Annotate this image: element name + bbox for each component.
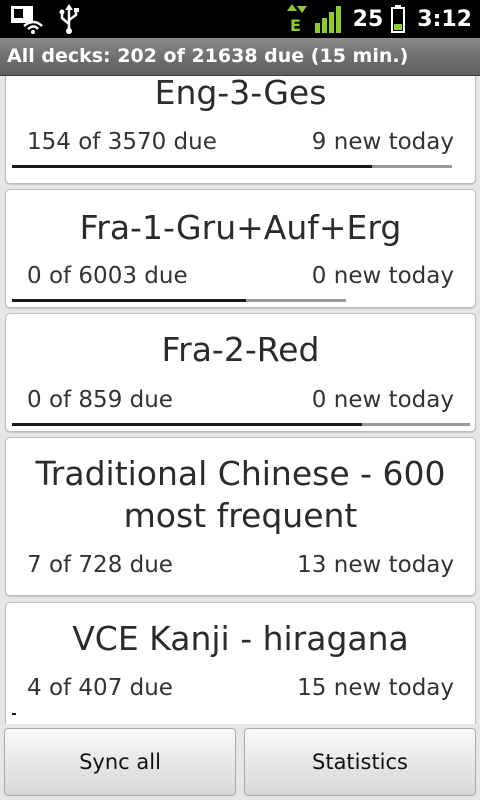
deck-progress-bar: [12, 165, 452, 168]
deck-name-line1: Traditional Chinese - 600: [35, 454, 446, 493]
deck-name: Fra-2-Red: [161, 330, 320, 369]
deck-progress-fill: [12, 299, 246, 302]
deck-new-count: 13 new today: [297, 552, 454, 578]
deck-name: Fra-1-Gru+Auf+Erg: [79, 208, 402, 247]
signal-icon: [314, 6, 341, 33]
battery-percent: 25: [352, 6, 384, 32]
deck-item[interactable]: Traditional Chinese - 600 most frequent …: [5, 437, 476, 596]
deck-item[interactable]: VCE Kanji - hiragana 4 of 407 due 15 new…: [5, 602, 476, 724]
deck-progress-fill: [12, 423, 362, 426]
deck-progress-bar: [12, 713, 16, 715]
deck-item[interactable]: Fra-2-Red 0 of 859 due 0 new today: [5, 313, 476, 432]
deck-progress-fill: [12, 713, 16, 715]
clock: 3:12: [417, 6, 472, 32]
deck-due-count: 154 of 3570 due: [27, 129, 217, 155]
edge-data-icon: E: [286, 4, 307, 34]
deck-due-count: 0 of 859 due: [27, 387, 173, 413]
deck-progress-bar: [12, 423, 470, 426]
page-title: All decks: 202 of 21638 due (15 min.): [7, 45, 409, 67]
deck-list[interactable]: Eng-3-Ges 154 of 3570 due 9 new today Fr…: [0, 76, 480, 724]
deck-due-count: 0 of 6003 due: [27, 263, 188, 289]
battery-icon: [391, 5, 406, 33]
deck-progress-fill: [12, 165, 372, 168]
deck-new-count: 9 new today: [311, 129, 454, 155]
deck-due-count: 7 of 728 due: [27, 552, 173, 578]
usb-icon: [59, 4, 79, 34]
title-bar: All decks: 202 of 21638 due (15 min.): [0, 38, 480, 76]
deck-name: Eng-3-Ges: [154, 76, 327, 112]
deck-new-count: 15 new today: [297, 675, 454, 701]
deck-item[interactable]: Fra-1-Gru+Auf+Erg 0 of 6003 due 0 new to…: [5, 189, 476, 308]
status-bar: E 25 3:12: [0, 0, 480, 38]
deck-new-count: 0 new today: [311, 387, 454, 413]
deck-new-count: 0 new today: [311, 263, 454, 289]
bottom-action-bar: Sync all Statistics: [0, 724, 480, 800]
sim-card-icon: [11, 6, 43, 34]
deck-name-line2: most frequent: [123, 496, 358, 535]
svg-text:E: E: [290, 16, 301, 34]
deck-item[interactable]: Eng-3-Ges 154 of 3570 due 9 new today: [5, 76, 476, 184]
deck-progress-bar: [12, 299, 346, 302]
statistics-button[interactable]: Statistics: [244, 728, 476, 796]
deck-due-count: 4 of 407 due: [27, 675, 173, 701]
deck-name: VCE Kanji - hiragana: [72, 619, 409, 658]
sync-all-button[interactable]: Sync all: [4, 728, 236, 796]
